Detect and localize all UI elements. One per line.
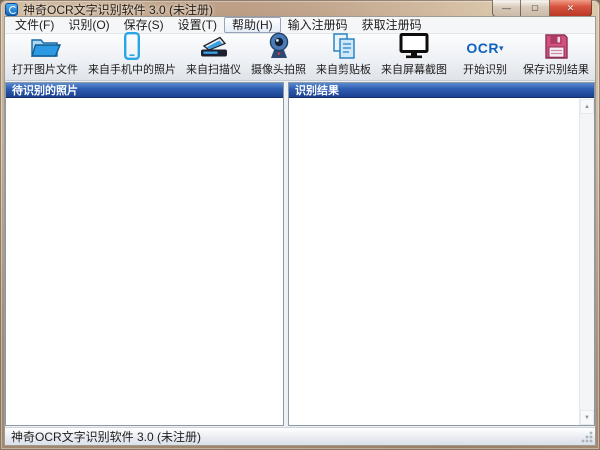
- toolbar-button-label: 来自剪贴板: [316, 61, 371, 77]
- start-ocr-button[interactable]: OCR▾ 开始识别: [458, 35, 512, 80]
- result-panel-header: 识别结果: [289, 83, 594, 98]
- menu-recognize[interactable]: 识别(O): [61, 17, 116, 33]
- phone-photo-button[interactable]: 来自手机中的照片: [83, 35, 181, 80]
- toolbar: 打开图片文件 来自手机中的照片: [5, 34, 595, 81]
- screen-capture-icon: [398, 32, 430, 60]
- webcam-button[interactable]: 摄像头拍照: [246, 35, 311, 80]
- result-text-area[interactable]: [289, 98, 594, 425]
- menu-get-license[interactable]: 获取注册码: [355, 17, 429, 33]
- resize-grip-icon[interactable]: [581, 431, 593, 443]
- main-area: 待识别的照片 识别结果 ▲ ▼: [5, 81, 595, 427]
- window-title: 神奇OCR文字识别软件 3.0 (未注册): [23, 1, 213, 18]
- dropdown-caret-icon: ▾: [499, 43, 504, 54]
- toolbar-button-label: 打开图片文件: [12, 61, 78, 77]
- open-image-button[interactable]: 打开图片文件: [7, 35, 83, 80]
- menu-bar: 文件(F) 识别(O) 保存(S) 设置(T) 帮助(H) 输入注册码 获取注册…: [5, 17, 595, 34]
- toolbar-button-label: 开始识别: [463, 61, 507, 77]
- menu-settings[interactable]: 设置(T): [171, 17, 224, 33]
- source-images-list[interactable]: [6, 98, 283, 425]
- status-bar: 神奇OCR文字识别软件 3.0 (未注册): [5, 427, 595, 445]
- result-panel: 识别结果 ▲ ▼: [288, 82, 595, 426]
- minimize-button[interactable]: —: [492, 0, 521, 17]
- scroll-up-icon[interactable]: ▲: [580, 99, 594, 114]
- menu-help[interactable]: 帮助(H): [224, 17, 281, 33]
- menu-enter-license[interactable]: 输入注册码: [281, 17, 355, 33]
- open-image-folder-icon: [30, 34, 61, 60]
- toolbar-button-label: 来自扫描仪: [186, 61, 241, 77]
- source-images-panel: 待识别的照片: [5, 82, 284, 426]
- maximize-button[interactable]: ▢: [521, 0, 550, 17]
- toolbar-button-label: 来自手机中的照片: [88, 61, 176, 77]
- client-area: 文件(F) 识别(O) 保存(S) 设置(T) 帮助(H) 输入注册码 获取注册…: [4, 16, 596, 446]
- clipboard-button[interactable]: 来自剪贴板: [311, 35, 376, 80]
- ocr-start-icon: OCR▾: [466, 36, 503, 60]
- scroll-down-icon[interactable]: ▼: [580, 410, 594, 425]
- result-scrollbar[interactable]: ▲ ▼: [579, 99, 594, 425]
- status-text: 神奇OCR文字识别软件 3.0 (未注册): [11, 428, 201, 445]
- clipboard-icon: [331, 32, 357, 60]
- toolbar-button-label: 保存识别结果: [523, 61, 589, 77]
- toolbar-button-label: 来自屏幕截图: [381, 61, 447, 77]
- source-panel-header: 待识别的照片: [6, 83, 283, 98]
- close-button[interactable]: ✕: [550, 0, 592, 17]
- save-result-button[interactable]: 保存识别结果: [518, 35, 594, 80]
- phone-photo-icon: [123, 32, 141, 60]
- window-controls: — ▢ ✕: [492, 0, 592, 17]
- scanner-button[interactable]: 来自扫描仪: [181, 35, 246, 80]
- scanner-icon: [199, 34, 229, 60]
- title-bar[interactable]: 神奇OCR文字识别软件 3.0 (未注册) — ▢ ✕: [0, 0, 600, 16]
- save-floppy-icon: [543, 33, 569, 60]
- menu-file[interactable]: 文件(F): [8, 17, 61, 33]
- screen-capture-button[interactable]: 来自屏幕截图: [376, 35, 452, 80]
- app-window: 神奇OCR文字识别软件 3.0 (未注册) — ▢ ✕ 文件(F) 识别(O) …: [0, 0, 600, 450]
- app-logo-icon: [5, 3, 18, 16]
- menu-save[interactable]: 保存(S): [117, 17, 171, 33]
- toolbar-button-label: 摄像头拍照: [251, 61, 306, 77]
- webcam-icon: [268, 32, 290, 60]
